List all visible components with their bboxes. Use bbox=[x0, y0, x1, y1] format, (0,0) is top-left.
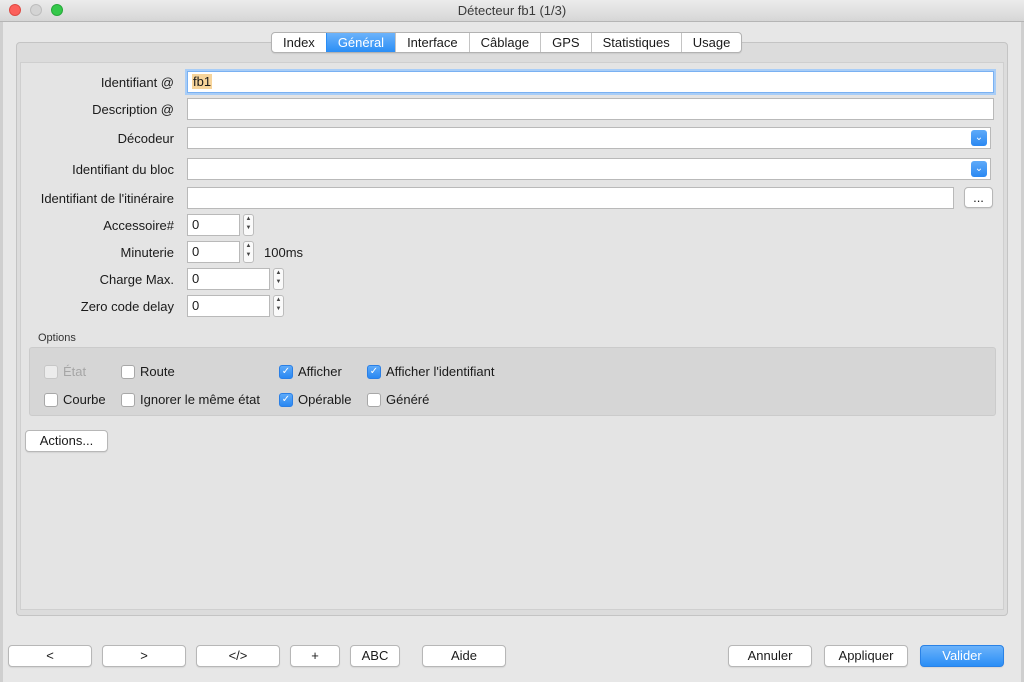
tab-index[interactable]: Index bbox=[272, 33, 326, 52]
etat-checkbox[interactable]: État bbox=[44, 364, 86, 379]
tab-gps[interactable]: GPS bbox=[540, 33, 590, 52]
tab-general[interactable]: Général bbox=[325, 33, 396, 52]
tab-statistiques[interactable]: Statistiques bbox=[590, 33, 681, 52]
decodeur-label: Décodeur bbox=[117, 131, 174, 146]
route-checkbox[interactable]: Route bbox=[121, 364, 175, 379]
previous-button[interactable]: < bbox=[8, 645, 92, 667]
chevron-down-icon[interactable]: ⌄ bbox=[971, 130, 987, 146]
aide-button[interactable]: Aide bbox=[422, 645, 506, 667]
actions-button[interactable]: Actions... bbox=[25, 430, 108, 452]
charge-label: Charge Max. bbox=[99, 272, 174, 287]
decodeur-combobox[interactable]: ⌄ bbox=[187, 127, 991, 149]
ignorer-meme-etat-checkbox[interactable]: Ignorer le même état bbox=[121, 392, 260, 407]
valider-button[interactable]: Valider bbox=[920, 645, 1004, 667]
tab-usage[interactable]: Usage bbox=[680, 33, 742, 52]
minuterie-stepper[interactable]: ▲ ▼ bbox=[243, 241, 254, 263]
next-button[interactable]: > bbox=[102, 645, 186, 667]
abc-button[interactable]: ABC bbox=[350, 645, 400, 667]
bloc-label: Identifiant du bloc bbox=[72, 162, 174, 177]
minuterie-unit: 100ms bbox=[264, 245, 304, 260]
chevron-down-icon[interactable]: ⌄ bbox=[971, 161, 987, 177]
operable-checkbox[interactable]: ✓ Opérable bbox=[279, 392, 351, 407]
close-window-button[interactable] bbox=[9, 4, 21, 16]
minuterie-label: Minuterie bbox=[120, 245, 174, 260]
left-window-edge bbox=[0, 0, 3, 682]
description-input[interactable] bbox=[187, 98, 994, 120]
zoom-window-button[interactable] bbox=[51, 4, 63, 16]
minimize-window-button[interactable] bbox=[30, 4, 42, 16]
checkbox-box bbox=[44, 392, 58, 407]
afficher-checkbox[interactable]: ✓ Afficher bbox=[279, 364, 342, 379]
itineraire-browse-button[interactable]: ... bbox=[964, 187, 993, 208]
tab-cablage[interactable]: Câblage bbox=[468, 33, 540, 52]
identifiant-input[interactable]: fb1 bbox=[187, 71, 994, 93]
itineraire-input[interactable] bbox=[187, 187, 954, 209]
check-icon: ✓ bbox=[367, 364, 381, 379]
bloc-combobox[interactable]: ⌄ bbox=[187, 158, 991, 180]
appliquer-button[interactable]: Appliquer bbox=[824, 645, 908, 667]
annuler-button[interactable]: Annuler bbox=[728, 645, 812, 667]
options-group-title: Options bbox=[38, 332, 76, 344]
afficher-identifiant-checkbox[interactable]: ✓ Afficher l'identifiant bbox=[367, 364, 494, 379]
minuterie-input[interactable]: 0 bbox=[187, 241, 240, 263]
check-icon: ✓ bbox=[279, 364, 293, 379]
accessoire-stepper[interactable]: ▲ ▼ bbox=[243, 214, 254, 236]
window-title: Détecteur fb1 (1/3) bbox=[457, 3, 567, 18]
description-label: Description @ bbox=[92, 102, 174, 117]
checkbox-box bbox=[44, 364, 58, 379]
check-icon: ✓ bbox=[279, 392, 293, 407]
accessoire-label: Accessoire# bbox=[103, 218, 174, 233]
xml-button[interactable]: </> bbox=[196, 645, 280, 667]
tab-bar: Index Général Interface Câblage GPS Stat… bbox=[271, 32, 743, 53]
courbe-checkbox[interactable]: Courbe bbox=[44, 392, 106, 407]
checkbox-box bbox=[121, 364, 135, 379]
add-button[interactable]: + bbox=[290, 645, 340, 667]
identifiant-value: fb1 bbox=[192, 74, 213, 89]
checkbox-box bbox=[367, 392, 381, 407]
identifiant-label: Identifiant @ bbox=[100, 75, 174, 90]
accessoire-input[interactable]: 0 bbox=[187, 214, 240, 236]
title-bar: Détecteur fb1 (1/3) bbox=[0, 0, 1024, 22]
zero-code-delay-label: Zero code delay bbox=[80, 299, 174, 314]
charge-stepper[interactable]: ▲ ▼ bbox=[273, 268, 284, 290]
charge-input[interactable]: 0 bbox=[187, 268, 270, 290]
zero-code-delay-stepper[interactable]: ▲ ▼ bbox=[273, 295, 284, 317]
itineraire-label: Identifiant de l'itinéraire bbox=[40, 191, 174, 206]
zero-code-delay-input[interactable]: 0 bbox=[187, 295, 270, 317]
genere-checkbox[interactable]: Généré bbox=[367, 392, 429, 407]
checkbox-box bbox=[121, 392, 135, 407]
tab-interface[interactable]: Interface bbox=[395, 33, 469, 52]
